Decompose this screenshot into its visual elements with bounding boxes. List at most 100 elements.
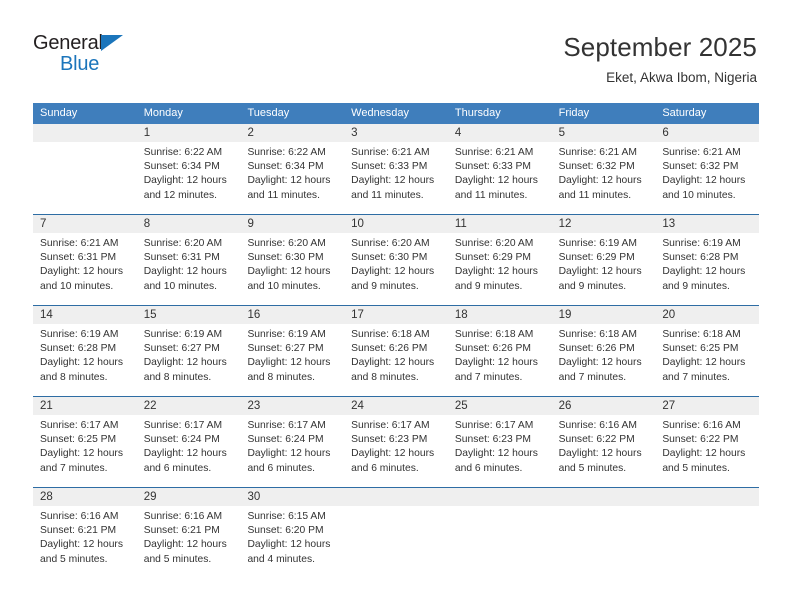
day-detail-line: and 10 minutes. (662, 189, 736, 201)
day-cell[interactable]: Sunrise: 6:16 AM Sunset: 6:22 PM Daylight:… (552, 419, 656, 487)
day-detail-line: Daylight: 12 hours (662, 175, 746, 187)
day-number[interactable]: 5 (552, 124, 656, 142)
day-detail-line: and 12 minutes. (143, 189, 217, 201)
day-cell[interactable]: Sunrise: 6:19 AM Sunset: 6:29 PM Daylight:… (552, 237, 656, 305)
day-number[interactable]: 27 (655, 397, 759, 415)
day-number[interactable]: 1 (137, 124, 241, 142)
day-detail-line: and 5 minutes. (662, 462, 730, 474)
day-number[interactable]: 9 (240, 215, 344, 233)
day-cell[interactable]: Sunrise: 6:21 AM Sunset: 6:33 PM Daylight:… (448, 146, 552, 214)
day-cell[interactable]: Sunrise: 6:21 AM Sunset: 6:31 PM Daylight:… (33, 237, 137, 305)
day-number[interactable]: 17 (344, 306, 448, 324)
day-detail-line: Sunset: 6:24 PM (247, 434, 324, 446)
day-number[interactable]: 12 (552, 215, 656, 233)
day-detail-line: Daylight: 12 hours (40, 357, 123, 369)
weekday-header-friday: Friday (558, 107, 590, 119)
day-cell[interactable]: Sunrise: 6:17 AM Sunset: 6:24 PM Daylight:… (240, 419, 344, 487)
day-cell[interactable]: Sunrise: 6:19 AM Sunset: 6:27 PM Daylight:… (137, 328, 241, 396)
day-cell[interactable]: Sunrise: 6:21 AM Sunset: 6:32 PM Daylight:… (655, 146, 759, 214)
day-number[interactable]: 22 (137, 397, 241, 415)
calendar-page: General Blue September 2025 Eket, Akwa I… (0, 0, 792, 612)
day-number[interactable]: 28 (33, 488, 137, 506)
day-detail-line: Sunrise: 6:20 AM (143, 238, 223, 249)
day-number[interactable]: 6 (655, 124, 759, 142)
day-number[interactable]: 2 (240, 124, 344, 142)
day-cell[interactable]: Sunrise: 6:19 AM Sunset: 6:28 PM Daylight:… (33, 328, 137, 396)
calendar-week-row: 1 2 3 4 5 6 Sunrise: 6:22 AM Sunset: 6:34 PM Day… (33, 124, 759, 214)
day-cell[interactable]: Sunrise: 6:20 AM Sunset: 6:29 PM Daylight:… (448, 237, 552, 305)
day-cell[interactable]: Sunrise: 6:16 AM Sunset: 6:22 PM Daylight:… (655, 419, 759, 487)
day-detail-line: Sunrise: 6:17 AM (351, 420, 430, 431)
day-detail-line: and 10 minutes. (40, 280, 114, 292)
day-cell-empty (448, 510, 552, 578)
day-detail-line: and 11 minutes. (558, 189, 632, 201)
day-number[interactable]: 15 (137, 306, 241, 324)
week-daynumber-band: 123456 (33, 124, 759, 142)
day-detail-line: Sunrise: 6:21 AM (662, 147, 741, 158)
day-number[interactable]: 14 (33, 306, 137, 324)
day-detail-line: Sunset: 6:24 PM (143, 434, 220, 446)
day-cell[interactable]: Sunrise: 6:17 AM Sunset: 6:23 PM Daylight:… (344, 419, 448, 487)
day-number[interactable]: 4 (448, 124, 552, 142)
day-detail-line: Sunset: 6:32 PM (662, 161, 739, 173)
day-detail-line: Daylight: 12 hours (558, 175, 642, 187)
day-detail-line: Daylight: 12 hours (247, 175, 331, 187)
day-detail-line: Sunrise: 6:21 AM (558, 147, 638, 158)
day-detail-line: Sunset: 6:34 PM (247, 161, 324, 173)
day-number[interactable]: 13 (655, 215, 759, 233)
day-cell[interactable]: Sunrise: 6:18 AM Sunset: 6:25 PM Daylight:… (655, 328, 759, 396)
day-cell[interactable]: Sunrise: 6:17 AM Sunset: 6:25 PM Daylight:… (33, 419, 137, 487)
day-detail-line: Sunrise: 6:19 AM (247, 329, 326, 340)
day-number[interactable]: 25 (448, 397, 552, 415)
day-number[interactable]: 26 (552, 397, 656, 415)
day-number[interactable]: 21 (33, 397, 137, 415)
day-detail-line: and 9 minutes. (558, 280, 627, 292)
generalblue-logo[interactable]: General Blue (33, 30, 143, 74)
day-detail-line: Daylight: 12 hours (247, 357, 331, 369)
day-detail-line: Daylight: 12 hours (247, 539, 331, 551)
day-number[interactable]: 24 (344, 397, 448, 415)
day-cell[interactable]: Sunrise: 6:20 AM Sunset: 6:30 PM Daylight:… (240, 237, 344, 305)
day-cell[interactable]: Sunrise: 6:21 AM Sunset: 6:32 PM Daylight:… (552, 146, 656, 214)
day-detail-line: Daylight: 12 hours (143, 448, 227, 460)
day-number[interactable]: 11 (448, 215, 552, 233)
day-number[interactable]: 20 (655, 306, 759, 324)
day-cell[interactable]: Sunrise: 6:20 AM Sunset: 6:30 PM Daylight:… (344, 237, 448, 305)
day-number[interactable]: 19 (552, 306, 656, 324)
day-detail-line: Sunrise: 6:15 AM (247, 511, 326, 522)
day-number[interactable]: 23 (240, 397, 344, 415)
day-cell[interactable]: Sunrise: 6:18 AM Sunset: 6:26 PM Daylight:… (448, 328, 552, 396)
day-cell[interactable]: Sunrise: 6:19 AM Sunset: 6:28 PM Daylight:… (655, 237, 759, 305)
day-number[interactable]: 16 (240, 306, 344, 324)
day-detail-line: Sunrise: 6:18 AM (662, 329, 741, 340)
day-cell[interactable]: Sunrise: 6:22 AM Sunset: 6:34 PM Daylight:… (240, 146, 344, 214)
day-detail-line: and 4 minutes. (247, 553, 315, 565)
calendar-weeks: 1 2 3 4 5 6 Sunrise: 6:22 AM Sunset: 6:34 PM Day… (33, 124, 759, 578)
day-cell[interactable]: Sunrise: 6:17 AM Sunset: 6:23 PM Daylight:… (448, 419, 552, 487)
day-cell[interactable]: Sunrise: 6:15 AM Sunset: 6:20 PM Daylight:… (240, 510, 344, 578)
day-cell[interactable]: Sunrise: 6:16 AM Sunset: 6:21 PM Daylight:… (33, 510, 137, 578)
day-cell[interactable]: Sunrise: 6:18 AM Sunset: 6:26 PM Daylight:… (552, 328, 656, 396)
day-detail-line: and 6 minutes. (247, 462, 315, 474)
day-detail-line: Sunrise: 6:20 AM (351, 238, 430, 249)
day-number[interactable]: 30 (240, 488, 344, 506)
day-detail-line: Daylight: 12 hours (662, 266, 746, 278)
day-detail-line: Sunset: 6:30 PM (351, 252, 428, 264)
day-number[interactable]: 18 (448, 306, 552, 324)
week-detail-band: Sunrise: 6:16 AM Sunset: 6:21 PM Daylight:… (33, 506, 759, 578)
day-cell[interactable]: Sunrise: 6:21 AM Sunset: 6:33 PM Daylight:… (344, 146, 448, 214)
day-number[interactable]: 10 (344, 215, 448, 233)
day-cell[interactable]: Sunrise: 6:22 AM Sunset: 6:34 PM Daylight:… (137, 146, 241, 214)
day-detail-line: Daylight: 12 hours (454, 266, 538, 278)
day-number[interactable]: 8 (137, 215, 241, 233)
day-cell[interactable]: Sunrise: 6:20 AM Sunset: 6:31 PM Daylight:… (137, 237, 241, 305)
day-detail-line: and 10 minutes. (247, 280, 321, 292)
day-detail-line: Sunset: 6:26 PM (351, 343, 428, 355)
day-cell[interactable]: Sunrise: 6:16 AM Sunset: 6:21 PM Daylight:… (137, 510, 241, 578)
day-number[interactable]: 29 (137, 488, 241, 506)
day-number[interactable]: 7 (33, 215, 137, 233)
day-number[interactable]: 3 (344, 124, 448, 142)
day-cell[interactable]: Sunrise: 6:17 AM Sunset: 6:24 PM Daylight:… (137, 419, 241, 487)
day-cell[interactable]: Sunrise: 6:19 AM Sunset: 6:27 PM Daylight:… (240, 328, 344, 396)
day-cell[interactable]: Sunrise: 6:18 AM Sunset: 6:26 PM Daylight:… (344, 328, 448, 396)
